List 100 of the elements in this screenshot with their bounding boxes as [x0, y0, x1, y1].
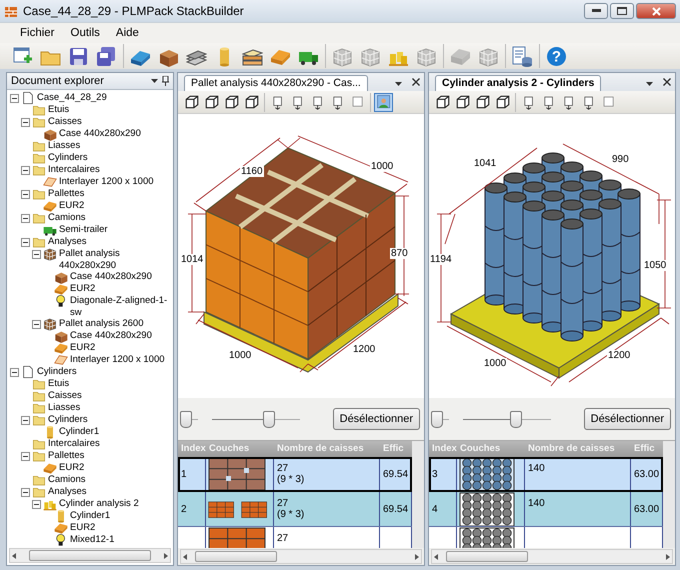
tree-item[interactable]: Interlayer 1200 x 1000: [70, 354, 167, 366]
tree-item[interactable]: Case 440x280x290: [59, 128, 143, 140]
deselect-button[interactable]: Désélectionner: [332, 408, 420, 430]
pallet-icon: [43, 461, 57, 475]
collapse-toggle-icon[interactable]: [21, 488, 30, 496]
tree-item[interactable]: Pallettes: [48, 188, 86, 200]
tree-item[interactable]: Interlayer 1200 x 1000: [59, 176, 156, 188]
tree-item[interactable]: Intercalaires: [48, 164, 102, 176]
tree-item[interactable]: Pallet analysis 2600: [59, 318, 146, 330]
horizontal-scrollbar[interactable]: [180, 549, 422, 564]
menu-item[interactable]: Aide: [108, 27, 147, 39]
collapse-toggle-icon[interactable]: [21, 166, 30, 174]
table-row[interactable]: 2 27 (9 * 3) 69.54: [178, 492, 412, 527]
collapse-toggle-icon[interactable]: [10, 94, 19, 102]
tree-item[interactable]: Cylinders: [48, 152, 90, 164]
close-icon: [652, 6, 660, 16]
folder-icon: [32, 211, 46, 225]
pin-icon[interactable]: [162, 76, 169, 86]
tree-item[interactable]: Case 440x280x290: [70, 271, 154, 282]
tree-item[interactable]: Pallettes: [48, 450, 86, 462]
tree-item[interactable]: Cylinder1: [59, 426, 102, 438]
maximize-button[interactable]: [610, 3, 634, 19]
dimension-label: 870: [390, 248, 409, 259]
scroll-left-icon[interactable]: [183, 554, 187, 560]
carton-icon: [54, 329, 68, 343]
scroll-left-icon[interactable]: [12, 552, 16, 558]
cube-icon: [494, 94, 510, 110]
tree-item[interactable]: Analyses: [48, 236, 89, 248]
table-row[interactable]: 4 140 63.00: [429, 492, 663, 527]
scroll-left-icon[interactable]: [434, 554, 438, 560]
tree-item[interactable]: Semi-trailer: [59, 224, 110, 236]
tree-item[interactable]: EUR2: [59, 200, 86, 212]
collapse-toggle-icon[interactable]: [32, 320, 41, 328]
dropdown-icon[interactable]: [646, 82, 653, 86]
cube-icon: [454, 94, 470, 110]
dimension-label: 1200: [352, 344, 376, 355]
scroll-right-icon[interactable]: [164, 552, 168, 558]
tree-item[interactable]: Case 440x280x290: [70, 330, 154, 342]
folder-icon: [32, 377, 46, 391]
tree-item[interactable]: Liasses: [48, 402, 82, 414]
menu-item[interactable]: Fichier: [12, 27, 63, 39]
case-count: 27: [277, 463, 288, 474]
deselect-button[interactable]: Désélectionner: [584, 408, 671, 430]
collapse-toggle-icon[interactable]: [21, 118, 30, 126]
collapse-toggle-icon[interactable]: [21, 214, 30, 222]
scroll-right-icon[interactable]: [666, 554, 670, 560]
collapse-toggle-icon[interactable]: [10, 368, 19, 376]
collapse-toggle-icon[interactable]: [21, 190, 30, 198]
tree-item[interactable]: Case_44_28_29: [37, 92, 109, 104]
pallet-icon: [54, 282, 68, 296]
tree-item[interactable]: Mixed12-1: [70, 534, 116, 546]
dropdown-icon[interactable]: [151, 79, 158, 83]
collapse-toggle-icon[interactable]: [32, 500, 41, 508]
toolbar-button[interactable]: [94, 44, 118, 68]
toolbar-button[interactable]: [510, 44, 534, 68]
close-icon[interactable]: [412, 78, 420, 86]
document-tab[interactable]: Pallet analysis 440x280x290 - Cas...: [184, 75, 368, 91]
tree-item[interactable]: EUR2: [70, 283, 98, 294]
minimize-button[interactable]: [584, 3, 608, 19]
tree-item[interactable]: Camions: [48, 474, 88, 486]
collapse-toggle-icon[interactable]: [21, 416, 30, 424]
folder-icon: [32, 103, 46, 117]
tree-item[interactable]: EUR2: [70, 522, 98, 534]
tree-item[interactable]: Cylinders: [48, 414, 90, 426]
table-row[interactable]: 1 27 (9 * 3) 69.54: [178, 457, 412, 492]
folder-icon: [32, 163, 46, 177]
collapse-toggle-icon[interactable]: [21, 452, 30, 460]
tree-item[interactable]: Liasses: [48, 140, 82, 152]
scroll-right-icon[interactable]: [415, 554, 419, 560]
tree-item[interactable]: Cylinder analysis 2: [59, 498, 141, 510]
horizontal-scrollbar[interactable]: [9, 548, 171, 563]
document-tab[interactable]: Cylinder analysis 2 - Cylinders: [435, 75, 602, 91]
folder-icon: [32, 413, 46, 427]
tree-item[interactable]: EUR2: [59, 462, 86, 474]
folder-icon: [32, 389, 46, 403]
horizontal-scrollbar[interactable]: [431, 549, 673, 564]
tree-item[interactable]: Caisses: [48, 116, 84, 128]
collapse-toggle-icon[interactable]: [32, 250, 41, 258]
tree-item[interactable]: Intercalaires: [48, 438, 102, 450]
collapse-toggle-icon[interactable]: [21, 238, 30, 246]
tree-item[interactable]: Analyses: [48, 486, 89, 498]
tree-item[interactable]: Cylinder1: [70, 510, 112, 522]
tree-item[interactable]: Diagonale-Z-aligned-1-sw: [70, 295, 173, 318]
tree-item[interactable]: EUR2: [70, 342, 98, 354]
dropdown-icon[interactable]: [395, 82, 402, 86]
table-row[interactable]: 3 140 63.00: [429, 457, 663, 492]
tree-item[interactable]: Camions: [48, 212, 88, 224]
folder-icon: [32, 115, 46, 129]
tree-item[interactable]: Cylinders: [37, 366, 79, 378]
close-icon[interactable]: [663, 78, 671, 86]
cube-icon: [204, 94, 220, 110]
cube-icon: [184, 94, 200, 110]
close-button[interactable]: [636, 3, 676, 19]
tree-item[interactable]: Pallet analysis 440x280x290: [59, 248, 173, 271]
tree-item[interactable]: Etuis: [48, 104, 72, 116]
picture-icon: [376, 94, 392, 110]
tree-item[interactable]: Caisses: [48, 390, 84, 402]
menu-item[interactable]: Outils: [62, 27, 108, 39]
tree-item[interactable]: Etuis: [48, 378, 72, 390]
case-count: 140: [528, 498, 545, 509]
